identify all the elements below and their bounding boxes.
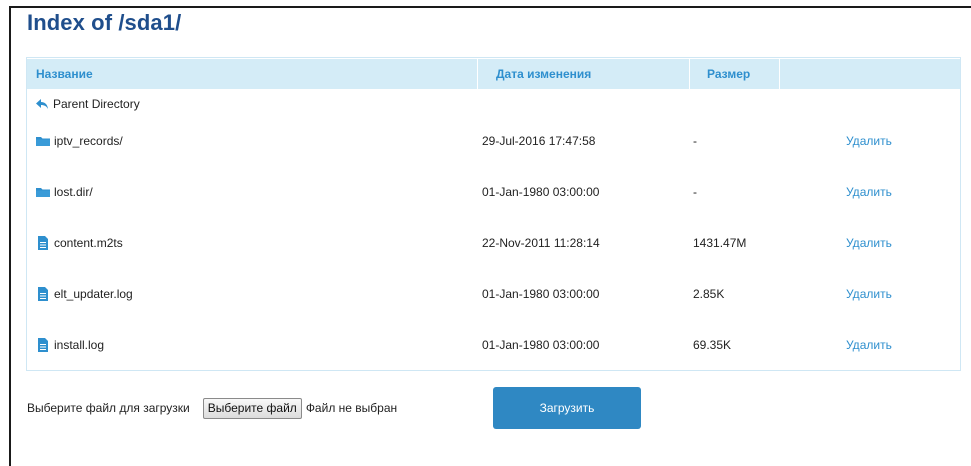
table-row: install.log 01-Jan-1980 03:00:00 69.35K Уда… xyxy=(27,333,960,357)
parent-directory-row[interactable]: Parent Directory xyxy=(27,92,960,116)
parent-directory-label: Parent Directory xyxy=(53,97,140,111)
header-divider xyxy=(779,59,780,89)
file-date: 01-Jan-1980 03:00:00 xyxy=(482,185,600,199)
table-row: elt_updater.log 01-Jan-1980 03:00:00 2.85K… xyxy=(27,282,960,306)
file-size: 1431.47M xyxy=(693,236,747,250)
file-size: 2.85K xyxy=(693,287,725,301)
table-row: content.m2ts 22-Nov-2011 11:28:14 1431.47M… xyxy=(27,231,960,255)
file-size: 69.35K xyxy=(693,338,732,352)
header-date[interactable]: Дата изменения xyxy=(496,59,591,89)
delete-link[interactable]: Удалить xyxy=(846,231,892,255)
table-row: lost.dir/01-Jan-1980 03:00:00 - Удалить xyxy=(27,180,960,204)
file-name: elt_updater.log xyxy=(54,287,133,301)
file-name-link[interactable]: lost.dir/ xyxy=(36,180,93,204)
file-icon xyxy=(38,338,48,352)
table-header: Название Дата изменения Размер xyxy=(27,59,960,89)
file-name: install.log xyxy=(54,338,105,352)
delete-link[interactable]: Удалить xyxy=(846,333,892,357)
choose-file-button[interactable]: Выберите файл xyxy=(202,397,302,419)
delete-link[interactable]: Удалить xyxy=(846,129,892,153)
header-name[interactable]: Название xyxy=(36,59,93,89)
page-title: Index of /sda1/ xyxy=(27,10,182,35)
header-divider xyxy=(477,59,478,89)
delete-link[interactable]: Удалить xyxy=(846,180,892,204)
upload-label: Выберите файл для загрузки xyxy=(27,401,190,415)
upload-button[interactable]: Загрузить xyxy=(493,387,641,429)
file-date: 29-Jul-2016 17:47:58 xyxy=(482,134,596,148)
file-icon xyxy=(38,236,48,250)
header-divider xyxy=(689,59,690,89)
parent-directory-link[interactable]: Parent Directory xyxy=(35,92,140,116)
file-table: Название Дата изменения Размер Parent Di… xyxy=(26,57,961,371)
file-name: lost.dir/ xyxy=(54,185,93,199)
file-name-link[interactable]: content.m2ts xyxy=(36,231,123,255)
arrow-back-icon xyxy=(36,99,48,109)
upload-form: Выберите файл для загрузки Выберите файл… xyxy=(27,395,397,421)
file-name: content.m2ts xyxy=(54,236,123,250)
table-row: iptv_records/29-Jul-2016 17:47:58 - Удалит… xyxy=(27,129,960,153)
file-icon xyxy=(38,287,48,301)
file-date: 22-Nov-2011 11:28:14 xyxy=(482,236,600,250)
delete-link[interactable]: Удалить xyxy=(846,282,892,306)
folder-icon xyxy=(36,188,50,197)
file-name-link[interactable]: install.log xyxy=(36,333,104,357)
file-date: 01-Jan-1980 03:00:00 xyxy=(482,338,600,352)
file-name-link[interactable]: iptv_records/ xyxy=(36,129,123,153)
file-size: - xyxy=(693,185,697,199)
file-name: iptv_records/ xyxy=(54,134,123,148)
file-name-link[interactable]: elt_updater.log xyxy=(36,282,133,306)
header-size[interactable]: Размер xyxy=(707,59,750,89)
folder-icon xyxy=(36,137,50,146)
file-date: 01-Jan-1980 03:00:00 xyxy=(482,287,600,301)
file-size: - xyxy=(693,134,697,148)
file-status: Файл не выбран xyxy=(305,401,398,415)
